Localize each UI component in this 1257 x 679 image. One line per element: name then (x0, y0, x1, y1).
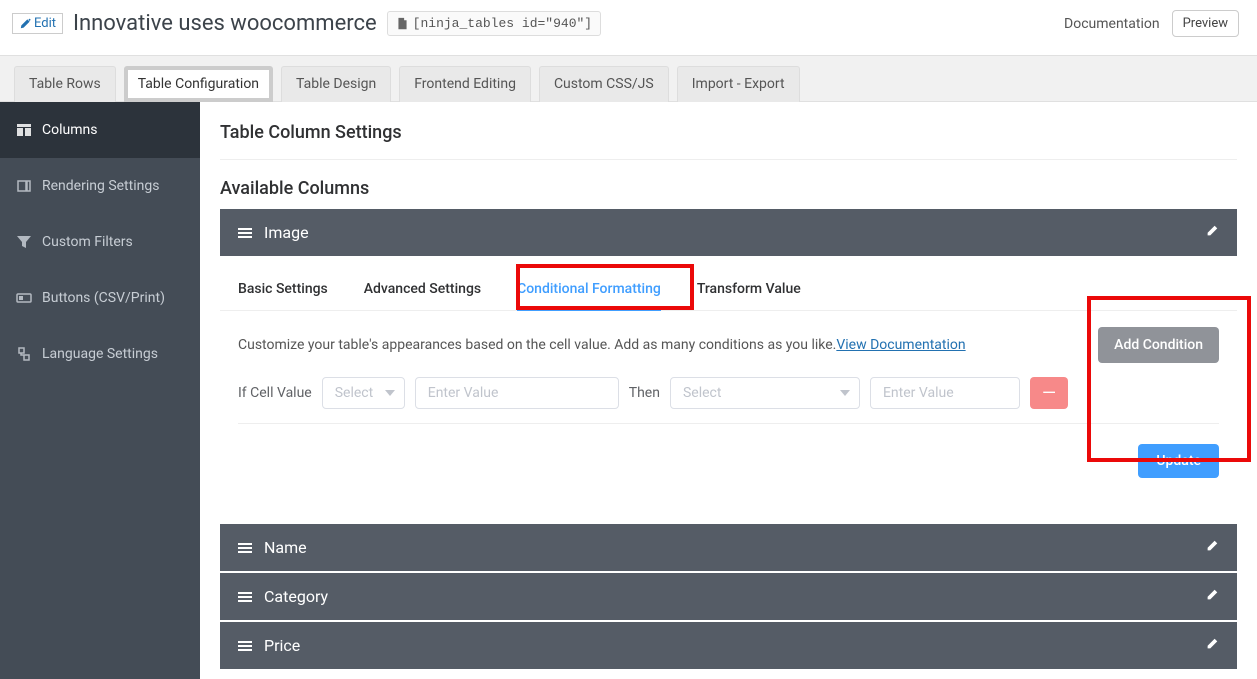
tabs-bar: Table Rows Table Configuration Table Des… (0, 55, 1257, 102)
sidebar-item-label: Buttons (CSV/Print) (42, 290, 165, 306)
column-panel-body: Basic Settings Advanced Settings Conditi… (220, 256, 1237, 496)
pencil-icon (19, 18, 31, 30)
description-text: Customize your table's appearances based… (238, 337, 836, 353)
sidebar-item-label: Language Settings (42, 346, 158, 362)
top-right-actions: Documentation Preview (1064, 10, 1239, 37)
action-select[interactable]: Select (670, 377, 860, 409)
tab-table-design[interactable]: Table Design (281, 66, 391, 102)
inner-tab-advanced[interactable]: Advanced Settings (364, 281, 481, 310)
top-header: Edit Innovative uses woocommerce [ninja_… (0, 0, 1257, 55)
main-area: Table Column Settings Available Columns … (200, 102, 1257, 679)
edit-column-icon[interactable] (1205, 223, 1219, 242)
edit-column-icon[interactable] (1205, 587, 1219, 606)
column-header-image[interactable]: Image (220, 209, 1237, 256)
edit-column-icon[interactable] (1205, 636, 1219, 655)
edit-label: Edit (34, 16, 56, 31)
column-header-name[interactable]: Name (220, 524, 1237, 571)
conditional-section: Customize your table's appearances based… (220, 311, 1237, 430)
column-label: Name (264, 538, 1193, 557)
operator-select[interactable]: Select (322, 377, 405, 409)
page-title: Innovative uses woocommerce (73, 11, 377, 36)
column-label: Image (264, 223, 1193, 242)
add-condition-button[interactable]: Add Condition (1098, 327, 1219, 363)
remove-condition-button[interactable]: — (1030, 377, 1068, 409)
view-documentation-link[interactable]: View Documentation (836, 337, 965, 353)
drag-handle-icon[interactable] (238, 543, 252, 553)
columns-list: Name Category Price (220, 524, 1237, 669)
preview-button[interactable]: Preview (1172, 10, 1239, 37)
sidebar-item-filters[interactable]: Custom Filters (0, 214, 200, 270)
sidebar-item-label: Rendering Settings (42, 178, 159, 194)
if-cell-value-label: If Cell Value (238, 385, 312, 401)
result-value-input[interactable] (870, 377, 1020, 409)
sidebar: Columns Rendering Settings Custom Filter… (0, 102, 200, 679)
filter-icon (16, 234, 32, 250)
documentation-link[interactable]: Documentation (1064, 16, 1160, 32)
edit-column-icon[interactable] (1205, 538, 1219, 557)
sidebar-item-buttons[interactable]: Buttons (CSV/Print) (0, 270, 200, 326)
inner-tab-transform[interactable]: Transform Value (697, 281, 801, 310)
file-icon (396, 17, 409, 30)
inner-tab-conditional[interactable]: Conditional Formatting (517, 281, 661, 311)
columns-icon (16, 122, 32, 138)
column-header-category[interactable]: Category (220, 573, 1237, 620)
condition-form-row: If Cell Value Select Then Select — (238, 377, 1219, 424)
tab-table-rows[interactable]: Table Rows (14, 66, 116, 102)
sidebar-item-language[interactable]: Language Settings (0, 326, 200, 382)
buttons-icon (16, 290, 32, 306)
tab-frontend-editing[interactable]: Frontend Editing (399, 66, 531, 102)
minus-icon: — (1042, 383, 1056, 404)
drag-handle-icon[interactable] (238, 228, 252, 238)
drag-handle-icon[interactable] (238, 592, 252, 602)
shortcode-text: [ninja_tables id="940"] (413, 16, 592, 31)
tab-custom-css-js[interactable]: Custom CSS/JS (539, 66, 669, 102)
sidebar-item-label: Columns (42, 122, 97, 138)
update-button[interactable]: Update (1138, 444, 1219, 478)
column-header-price[interactable]: Price (220, 622, 1237, 669)
sidebar-item-columns[interactable]: Columns (0, 102, 200, 158)
sidebar-item-label: Custom Filters (42, 234, 133, 250)
column-label: Price (264, 636, 1193, 655)
language-icon (16, 346, 32, 362)
compare-value-input[interactable] (415, 377, 619, 409)
tab-table-configuration[interactable]: Table Configuration (124, 66, 273, 102)
sidebar-item-rendering[interactable]: Rendering Settings (0, 158, 200, 214)
shortcode-box[interactable]: [ninja_tables id="940"] (387, 11, 601, 36)
rendering-icon (16, 178, 32, 194)
column-label: Category (264, 587, 1193, 606)
section-title: Table Column Settings (220, 122, 1237, 143)
inner-tabs: Basic Settings Advanced Settings Conditi… (220, 281, 1237, 311)
tab-import-export[interactable]: Import - Export (677, 66, 800, 102)
description-line: Customize your table's appearances based… (238, 327, 1219, 363)
drag-handle-icon[interactable] (238, 641, 252, 651)
edit-link[interactable]: Edit (12, 13, 63, 34)
then-label: Then (629, 385, 660, 401)
inner-tab-basic[interactable]: Basic Settings (238, 281, 328, 310)
available-columns-title: Available Columns (220, 178, 1237, 199)
update-row: Update (220, 444, 1237, 478)
